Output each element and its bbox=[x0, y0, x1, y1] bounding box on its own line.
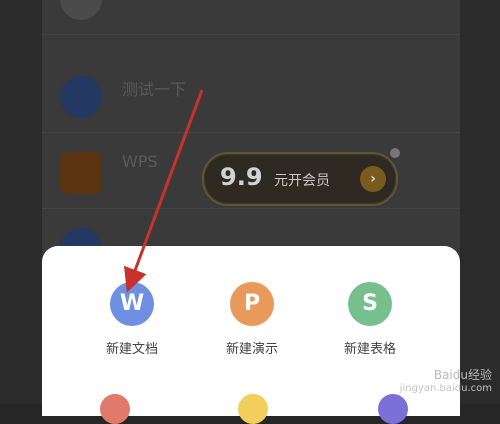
annotation-arrow-icon bbox=[123, 89, 204, 293]
watermark-brand: Baidu经验 bbox=[433, 368, 492, 382]
watermark-url: jingyan.baidu.com bbox=[399, 383, 492, 394]
watermark: Baidu经验 jingyan.baidu.com bbox=[400, 368, 492, 396]
